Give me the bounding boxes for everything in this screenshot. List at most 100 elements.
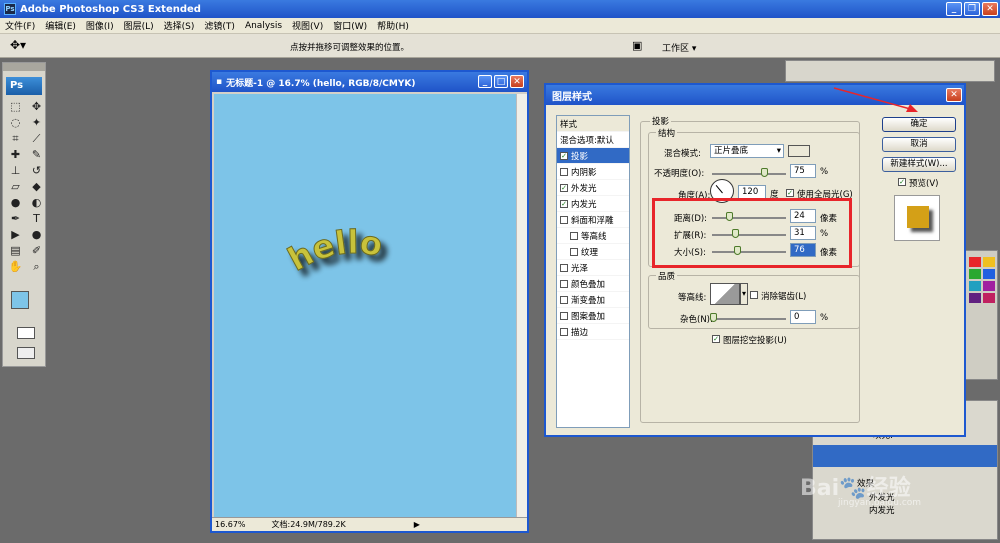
blend-options-item[interactable]: 混合选项:默认: [557, 132, 629, 148]
style-item-checkbox[interactable]: [560, 311, 568, 320]
opacity-slider-thumb[interactable]: [761, 168, 768, 177]
menu-image[interactable]: 图像(I): [81, 19, 119, 32]
zoom-level[interactable]: 16.67%: [215, 520, 246, 529]
style-item-checkbox[interactable]: [570, 231, 578, 240]
doc-minimize-icon[interactable]: _: [478, 75, 492, 88]
style-item[interactable]: 斜面和浮雕: [557, 212, 629, 228]
stamp-tool-icon[interactable]: ⊥: [6, 163, 25, 178]
preview-checkbox[interactable]: ✓: [898, 178, 906, 186]
styles-header[interactable]: 样式: [557, 116, 629, 132]
close-icon[interactable]: ✕: [982, 2, 998, 16]
noise-slider-thumb[interactable]: [710, 313, 717, 322]
opacity-field[interactable]: 75: [790, 164, 816, 178]
style-item[interactable]: 纹理: [557, 244, 629, 260]
menu-view[interactable]: 视图(V): [287, 19, 328, 32]
contour-chevron-icon[interactable]: ▾: [740, 283, 748, 305]
doc-info[interactable]: 文档:24.9M/789.2K: [272, 519, 346, 530]
screen-mode-icon[interactable]: [17, 347, 35, 359]
style-item[interactable]: ✓ 投影: [557, 148, 629, 164]
tools-header: [3, 63, 45, 71]
blend-mode-select[interactable]: 正片叠底 ▾: [710, 144, 784, 158]
style-item-checkbox[interactable]: [570, 247, 578, 256]
opacity-slider[interactable]: [712, 173, 786, 175]
knockout-checkbox[interactable]: ✓: [712, 335, 720, 343]
path-select-icon[interactable]: ▶: [6, 227, 25, 242]
menu-filter[interactable]: 滤镜(T): [199, 19, 240, 32]
bucket-tool-icon[interactable]: ◆: [27, 179, 46, 194]
new-style-button[interactable]: 新建样式(W)...: [882, 157, 956, 172]
style-item[interactable]: 渐变叠加: [557, 292, 629, 308]
notes-tool-icon[interactable]: ▤: [6, 243, 25, 258]
style-item-checkbox[interactable]: [560, 295, 568, 304]
slice-tool-icon[interactable]: ⟋: [27, 131, 46, 146]
style-item-checkbox[interactable]: [560, 167, 568, 176]
lasso-tool-icon[interactable]: ◌: [6, 115, 25, 130]
blur-tool-icon[interactable]: ●: [6, 195, 25, 210]
history-brush-icon[interactable]: ↺: [27, 163, 46, 178]
menu-file[interactable]: 文件(F): [0, 19, 40, 32]
style-item-checkbox[interactable]: ✓: [560, 199, 568, 208]
eyedropper-icon[interactable]: ✐: [27, 243, 46, 258]
healing-tool-icon[interactable]: ✚: [6, 147, 25, 162]
style-item-checkbox[interactable]: [560, 215, 568, 224]
menu-edit[interactable]: 编辑(E): [40, 19, 81, 32]
style-item-checkbox[interactable]: ✓: [560, 151, 568, 160]
shadow-color-swatch[interactable]: [788, 145, 810, 157]
preview-label: 预览(V): [909, 179, 939, 189]
style-item[interactable]: 描边: [557, 324, 629, 340]
magic-wand-icon[interactable]: ✦: [27, 115, 46, 130]
canvas[interactable]: hello: [214, 94, 516, 519]
angle-field[interactable]: 120: [738, 185, 766, 199]
style-item[interactable]: ✓ 内发光: [557, 196, 629, 212]
workspace-button[interactable]: 工作区 ▾: [662, 41, 696, 54]
doc-close-icon[interactable]: ✕: [510, 75, 524, 88]
move-tool-icon-2[interactable]: ✥: [27, 99, 46, 114]
style-item-checkbox[interactable]: [560, 327, 568, 336]
dodge-tool-icon[interactable]: ◐: [27, 195, 46, 210]
blend-mode-label: 混合模式:: [664, 149, 701, 159]
vertical-scrollbar[interactable]: [516, 94, 527, 519]
menu-analysis[interactable]: Analysis: [240, 21, 287, 31]
brush-tool-icon[interactable]: ✎: [27, 147, 46, 162]
move-tool-icon[interactable]: ✥▾: [10, 38, 26, 52]
style-item[interactable]: 图案叠加: [557, 308, 629, 324]
status-arrow-icon[interactable]: ▶: [414, 520, 420, 529]
shape-tool-icon[interactable]: ●: [27, 227, 46, 242]
antialias-checkbox[interactable]: [750, 291, 758, 299]
structure-title: 结构: [656, 127, 678, 139]
noise-field[interactable]: 0: [790, 310, 816, 324]
watermark-url: jingyan.baidu.com: [838, 498, 922, 508]
type-tool-icon[interactable]: T: [27, 211, 46, 226]
style-item-checkbox[interactable]: ✓: [560, 183, 568, 192]
foreground-color-swatch[interactable]: [11, 291, 29, 309]
menu-layer[interactable]: 图层(L): [119, 19, 159, 32]
global-light-checkbox[interactable]: ✓: [786, 189, 794, 197]
style-item[interactable]: 颜色叠加: [557, 276, 629, 292]
styles-list: 样式 混合选项:默认 ✓ 投影 内阴影 ✓ 外发光 ✓ 内发光 斜面和浮雕 等高线 纹理 光泽 颜色叠…: [556, 115, 630, 428]
style-item[interactable]: ✓ 外发光: [557, 180, 629, 196]
style-item[interactable]: 内阴影: [557, 164, 629, 180]
eraser-tool-icon[interactable]: ▱: [6, 179, 25, 194]
minimize-icon[interactable]: _: [946, 2, 962, 16]
dialog-close-icon[interactable]: ✕: [946, 88, 962, 102]
doc-maximize-icon[interactable]: □: [494, 75, 508, 88]
camera-icon[interactable]: ▣: [632, 39, 642, 52]
noise-slider[interactable]: [712, 318, 786, 320]
pen-tool-icon[interactable]: ✒: [6, 211, 25, 226]
style-item-checkbox[interactable]: [560, 263, 568, 272]
menu-select[interactable]: 选择(S): [159, 19, 200, 32]
menu-window[interactable]: 窗口(W): [328, 19, 372, 32]
marquee-tool-icon[interactable]: ⬚: [6, 99, 25, 114]
style-item[interactable]: 等高线: [557, 228, 629, 244]
crop-tool-icon[interactable]: ⌗: [6, 131, 25, 146]
hand-tool-icon[interactable]: ✋: [6, 259, 25, 274]
layer-row-selected[interactable]: [813, 445, 997, 467]
menu-help[interactable]: 帮助(H): [372, 19, 414, 32]
style-item-checkbox[interactable]: [560, 279, 568, 288]
contour-picker[interactable]: [710, 283, 740, 305]
restore-icon[interactable]: ❐: [964, 2, 980, 16]
zoom-tool-icon[interactable]: ⌕: [27, 259, 46, 274]
cancel-button[interactable]: 取消: [882, 137, 956, 152]
style-item[interactable]: 光泽: [557, 260, 629, 276]
quick-mask-icon[interactable]: [17, 327, 35, 339]
